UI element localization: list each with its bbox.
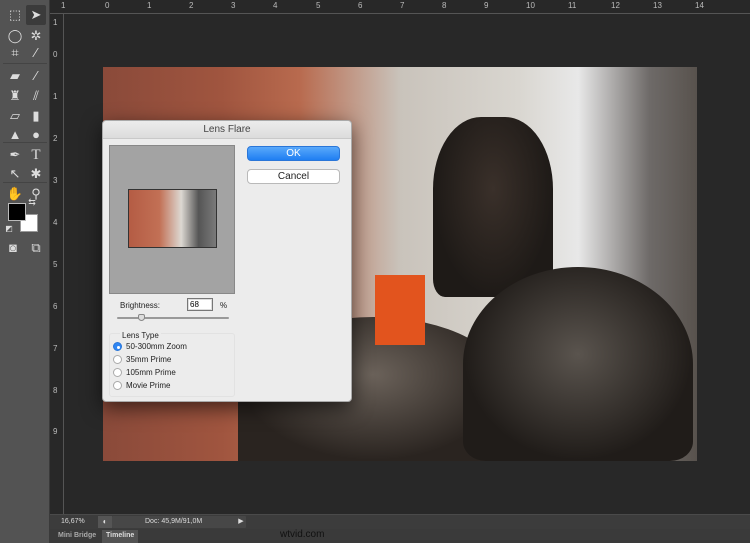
ruler-label: 5 xyxy=(53,260,58,269)
lens-flare-dialog: Lens Flare OK Cancel Brightness: 68 % Le… xyxy=(102,120,352,402)
healing-brush-icon[interactable]: ▰ xyxy=(5,66,25,86)
clone-stamp-icon[interactable]: ♜ xyxy=(5,86,25,106)
ruler-label: 1 xyxy=(53,18,58,27)
eraser-icon[interactable]: ▱ xyxy=(5,106,25,126)
divider xyxy=(3,142,47,143)
type-tool-icon[interactable]: T xyxy=(26,145,46,165)
statue-shape xyxy=(433,117,553,297)
eyedropper-icon[interactable]: ⁄ xyxy=(26,43,46,63)
custom-shape-icon[interactable]: ✱ xyxy=(26,164,46,184)
screen-mode-icon[interactable]: ⧉ xyxy=(26,238,46,258)
ruler-label: 6 xyxy=(358,1,363,10)
panel-tabs: Mini Bridge Timeline wtvid.com xyxy=(50,529,750,543)
lens-radio-50-300mm[interactable] xyxy=(113,342,122,351)
crop-tool-icon[interactable]: ⌗ xyxy=(5,43,25,63)
vertical-ruler: 1 0 1 2 3 4 5 6 7 8 9 xyxy=(50,14,64,514)
history-brush-icon[interactable]: ⫽ xyxy=(26,86,46,106)
doc-size: Doc: 45,9M/91,0M xyxy=(145,518,203,525)
gradient-tool-icon[interactable]: ▮ xyxy=(26,106,46,126)
ruler-label: 13 xyxy=(653,1,662,10)
ruler-label: 7 xyxy=(400,1,405,10)
lens-radio-105mm[interactable] xyxy=(113,368,122,377)
ruler-label: 0 xyxy=(53,50,58,59)
default-colors-icon[interactable]: ◩ xyxy=(4,224,14,234)
ruler-label: 4 xyxy=(273,1,278,10)
watermark: wtvid.com xyxy=(280,529,325,540)
lens-option-label[interactable]: 105mm Prime xyxy=(126,368,176,377)
lens-option-label[interactable]: 50-300mm Zoom xyxy=(126,342,187,351)
proof-icon[interactable]: ◐ xyxy=(98,516,112,528)
brightness-slider[interactable] xyxy=(117,317,229,319)
ruler-label: 1 xyxy=(61,1,66,10)
brightness-slider-thumb[interactable] xyxy=(138,314,145,321)
path-selection-icon[interactable]: ↖ xyxy=(5,164,25,184)
ruler-label: 5 xyxy=(316,1,321,10)
ruler-label: 1 xyxy=(147,1,152,10)
lens-radio-movie[interactable] xyxy=(113,381,122,390)
divider xyxy=(3,63,47,64)
foreground-color-swatch[interactable] xyxy=(8,203,26,221)
horizontal-ruler: 1 0 1 2 3 4 5 6 7 8 9 10 11 12 13 14 xyxy=(50,0,750,14)
ruler-label: 9 xyxy=(53,427,58,436)
red-van-shape xyxy=(375,275,425,345)
pen-tool-icon[interactable]: ✒ xyxy=(5,145,25,165)
brightness-label: Brightness: xyxy=(120,301,161,310)
flare-preview[interactable] xyxy=(109,145,235,294)
zoom-level[interactable]: 16,67% xyxy=(61,518,85,525)
ruler-label: 10 xyxy=(526,1,535,10)
marquee-tool-icon[interactable]: ⬚ xyxy=(5,5,25,25)
swap-colors-icon[interactable]: ⇆ xyxy=(26,196,38,208)
ruler-label: 9 xyxy=(484,1,489,10)
tab-mini-bridge[interactable]: Mini Bridge xyxy=(54,530,100,543)
ruler-label: 2 xyxy=(189,1,194,10)
lens-option-label[interactable]: Movie Prime xyxy=(126,381,170,390)
preview-thumbnail[interactable] xyxy=(128,189,217,248)
lens-radio-35mm[interactable] xyxy=(113,355,122,364)
ruler-label: 0 xyxy=(105,1,110,10)
ruler-label: 7 xyxy=(53,344,58,353)
status-bar: 16,67% ◐ Doc: 45,9M/91,0M ▶ xyxy=(50,514,750,529)
ok-button[interactable]: OK xyxy=(247,146,340,161)
ruler-label: 3 xyxy=(231,1,236,10)
brightness-input[interactable]: 68 xyxy=(187,298,213,311)
ruler-label: 2 xyxy=(53,134,58,143)
ruler-label: 8 xyxy=(53,386,58,395)
basket-right-shape xyxy=(463,267,693,461)
divider xyxy=(3,182,47,183)
quick-mask-icon[interactable]: ◙ xyxy=(3,238,23,258)
dialog-title: Lens Flare xyxy=(103,121,351,139)
lens-option-label[interactable]: 35mm Prime xyxy=(126,355,171,364)
percent-label: % xyxy=(220,301,228,310)
move-tool-icon[interactable]: ➤ xyxy=(26,5,46,25)
ruler-label: 8 xyxy=(442,1,447,10)
play-arrow-icon[interactable]: ▶ xyxy=(236,516,246,528)
ruler-label: 12 xyxy=(611,1,620,10)
ruler-label: 11 xyxy=(568,1,577,10)
tools-panel: ⬚ ➤ ◯ ✲ ⌗ ⁄ ▰ ⁄ ♜ ⫽ ▱ ▮ ▲ ● ✒ T ↖ ✱ ✋ ⚲ … xyxy=(0,0,50,543)
ruler-label: 1 xyxy=(53,92,58,101)
tab-timeline[interactable]: Timeline xyxy=(102,530,139,543)
ruler-label: 4 xyxy=(53,218,58,227)
ruler-label: 3 xyxy=(53,176,58,185)
ruler-label: 14 xyxy=(695,1,704,10)
ruler-label: 6 xyxy=(53,302,58,311)
brush-tool-icon[interactable]: ⁄ xyxy=(26,66,46,86)
cancel-button[interactable]: Cancel xyxy=(247,169,340,184)
hand-tool-icon[interactable]: ✋ xyxy=(5,184,25,204)
lens-type-label: Lens Type xyxy=(120,331,161,340)
